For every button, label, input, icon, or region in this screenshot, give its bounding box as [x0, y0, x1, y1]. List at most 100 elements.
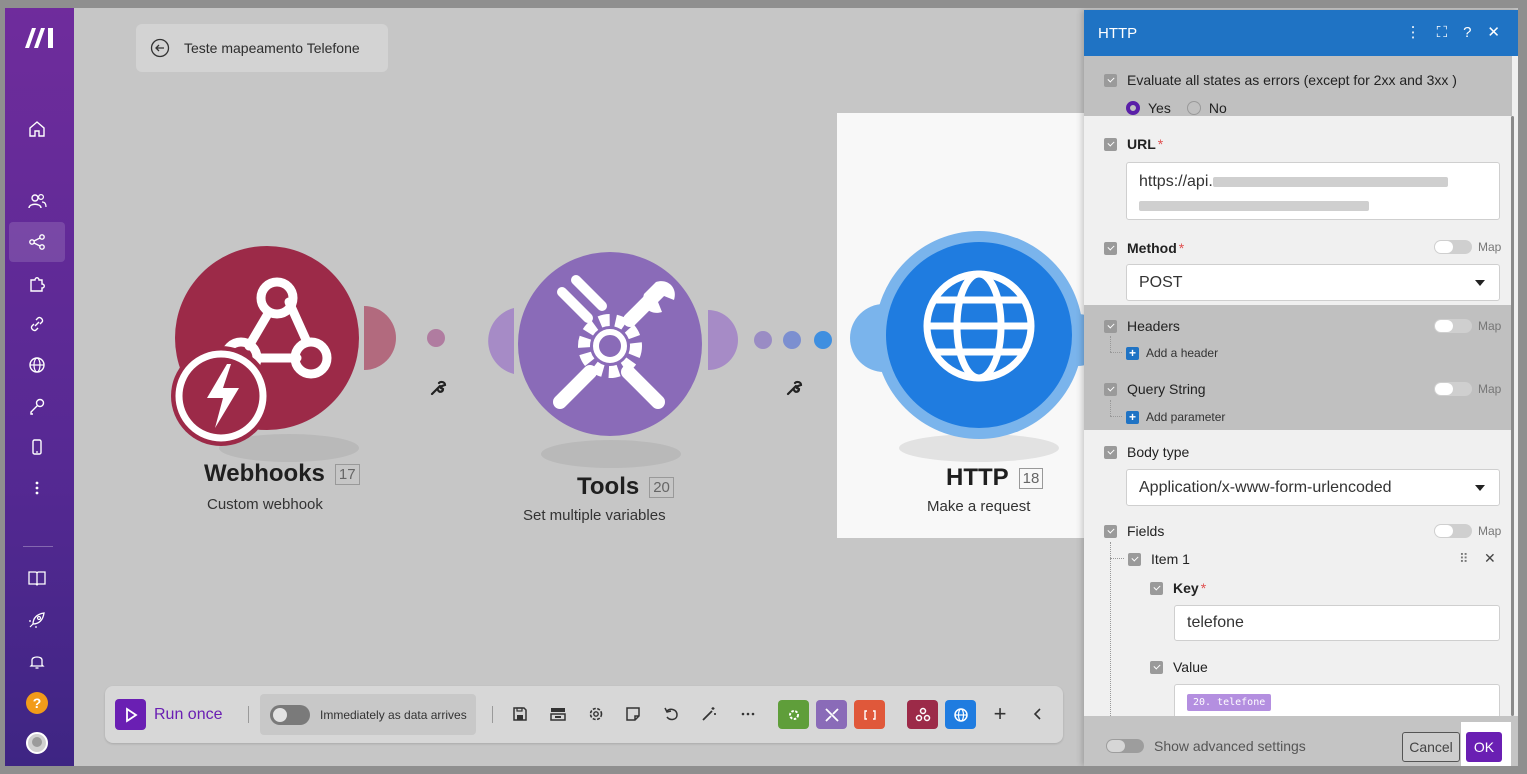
close-icon[interactable]: ✕	[1487, 24, 1500, 42]
sidebar-item-whats-new[interactable]	[9, 600, 65, 640]
sidebar-item-keys[interactable]	[9, 386, 65, 426]
module-settings-panel: HTTP ⋮ ⛶ ? ✕ Evaluate all states as erro…	[1084, 10, 1518, 766]
advanced-switch[interactable]	[1106, 739, 1144, 753]
key-input[interactable]: telefone	[1174, 605, 1500, 641]
sidebar-item-connections[interactable]	[9, 304, 65, 344]
url-value: https://api.	[1139, 173, 1213, 190]
tools-output-port[interactable]	[708, 310, 738, 370]
save-icon[interactable]	[510, 704, 530, 724]
query-string-label: Query String	[1127, 381, 1206, 397]
evaluate-radio-group: Yes No	[1126, 100, 1227, 116]
collapse-checkbox[interactable]	[1104, 445, 1117, 459]
yes-radio[interactable]	[1126, 101, 1140, 115]
sidebar-item-notifications[interactable]	[9, 641, 65, 681]
map-switch[interactable]	[1434, 319, 1472, 333]
sidebar-item-scenarios[interactable]	[9, 222, 65, 262]
collapse-checkbox[interactable]	[1104, 524, 1117, 538]
map-switch[interactable]	[1434, 382, 1472, 396]
webhooks-module-title[interactable]: Webhooks 17	[204, 460, 360, 488]
panel-body: Evaluate all states as errors (except fo…	[1084, 56, 1518, 716]
value-input[interactable]: 20. telefone	[1174, 684, 1500, 716]
mapped-variable-pill[interactable]: 20. telefone	[1187, 693, 1272, 711]
collapse-checkbox[interactable]	[1104, 241, 1117, 255]
http-app-icon[interactable]	[945, 700, 976, 729]
webhooks-app-icon[interactable]	[907, 700, 938, 729]
settings-gear-icon[interactable]	[586, 704, 606, 724]
home-icon	[29, 121, 45, 137]
panel-header: HTTP ⋮ ⛶ ? ✕	[1084, 10, 1518, 56]
http-module[interactable]	[874, 230, 1084, 440]
headers-label: Headers	[1127, 318, 1180, 334]
no-radio[interactable]	[1186, 101, 1201, 115]
body-type-select[interactable]: Application/x-www-form-urlencoded	[1126, 469, 1500, 506]
text-parser-app-icon[interactable]	[854, 700, 885, 729]
help-icon[interactable]: ?	[1463, 24, 1471, 42]
sidebar-item-webhooks[interactable]	[9, 345, 65, 385]
module-name: Webhooks	[204, 460, 325, 487]
key-row: Key *	[1150, 580, 1206, 596]
schedule-switch[interactable]	[270, 704, 310, 725]
map-switch[interactable]	[1434, 240, 1472, 254]
chevron-down-icon	[1475, 484, 1485, 491]
more-vertical-icon[interactable]: ⋮	[1406, 24, 1421, 42]
scheduling-icon[interactable]	[548, 704, 568, 724]
collapse-checkbox[interactable]	[1104, 73, 1117, 87]
sidebar: ?	[5, 8, 74, 766]
expand-icon[interactable]: ⛶	[1437, 24, 1448, 42]
sidebar-item-team[interactable]	[9, 181, 65, 221]
add-parameter-button[interactable]: + Add parameter	[1126, 410, 1225, 424]
map-switch[interactable]	[1434, 524, 1472, 538]
no-label: No	[1208, 100, 1227, 116]
http-module-title[interactable]: HTTP 18	[946, 464, 1044, 492]
tools-app-icon[interactable]	[816, 700, 847, 729]
collapse-checkbox[interactable]	[1104, 382, 1117, 396]
collapse-checkbox[interactable]	[1150, 581, 1163, 595]
wrench-icon[interactable]	[786, 380, 803, 396]
sidebar-item-more[interactable]	[9, 468, 65, 508]
map-label: Map	[1478, 240, 1502, 254]
webhooks-module[interactable]	[169, 246, 369, 446]
tree-line	[1110, 416, 1122, 417]
more-horizontal-icon[interactable]	[738, 704, 758, 724]
collapse-checkbox[interactable]	[1150, 660, 1163, 674]
ok-button[interactable]: OK	[1466, 732, 1502, 762]
method-map-toggle[interactable]: Map	[1434, 240, 1501, 254]
module-id-badge: 18	[1018, 467, 1044, 489]
sidebar-item-devices[interactable]	[9, 427, 65, 467]
headers-map-toggle[interactable]: Map	[1434, 319, 1501, 333]
plus-icon: +	[1126, 346, 1139, 360]
collapse-checkbox[interactable]	[1128, 552, 1141, 566]
module-subtitle: Make a request	[927, 498, 1031, 515]
auto-align-icon[interactable]	[699, 704, 719, 724]
query-map-toggle[interactable]: Map	[1434, 382, 1501, 396]
make-logo-icon[interactable]	[23, 26, 57, 50]
drag-handle-icon[interactable]: ⠿	[1459, 551, 1469, 567]
sidebar-item-home[interactable]	[9, 109, 65, 149]
chevron-left-icon[interactable]	[1028, 704, 1048, 724]
url-input[interactable]: https://api.	[1126, 162, 1500, 220]
method-select[interactable]: POST	[1126, 264, 1500, 301]
advanced-settings-toggle[interactable]: Show advanced settings	[1106, 738, 1306, 754]
cancel-button[interactable]: Cancel	[1402, 732, 1460, 762]
add-header-button[interactable]: + Add a header	[1126, 346, 1218, 360]
tools-module-title[interactable]: Tools 20	[577, 473, 674, 501]
add-module-icon[interactable]: +	[990, 701, 1010, 726]
tools-module[interactable]	[518, 252, 704, 438]
sidebar-item-templates[interactable]	[9, 264, 65, 304]
run-once-button[interactable]: Run once	[115, 699, 223, 730]
sidebar-item-docs[interactable]	[9, 558, 65, 598]
schedule-toggle[interactable]: Immediately as data arrives	[260, 694, 476, 735]
fields-map-toggle[interactable]: Map	[1434, 524, 1501, 538]
panel-scrollbar[interactable]	[1511, 116, 1514, 716]
sidebar-item-profile[interactable]	[9, 723, 65, 763]
wrench-icon[interactable]	[430, 380, 447, 396]
map-label: Map	[1478, 319, 1502, 333]
schedule-label: Immediately as data arrives	[320, 707, 467, 722]
undo-icon[interactable]	[661, 704, 681, 724]
flow-control-app-icon[interactable]	[778, 700, 809, 729]
remove-item-icon[interactable]: ✕	[1484, 550, 1496, 567]
collapse-checkbox[interactable]	[1104, 137, 1117, 151]
sidebar-item-help[interactable]: ?	[9, 683, 65, 723]
notes-icon[interactable]	[623, 704, 643, 724]
collapse-checkbox[interactable]	[1104, 319, 1117, 333]
